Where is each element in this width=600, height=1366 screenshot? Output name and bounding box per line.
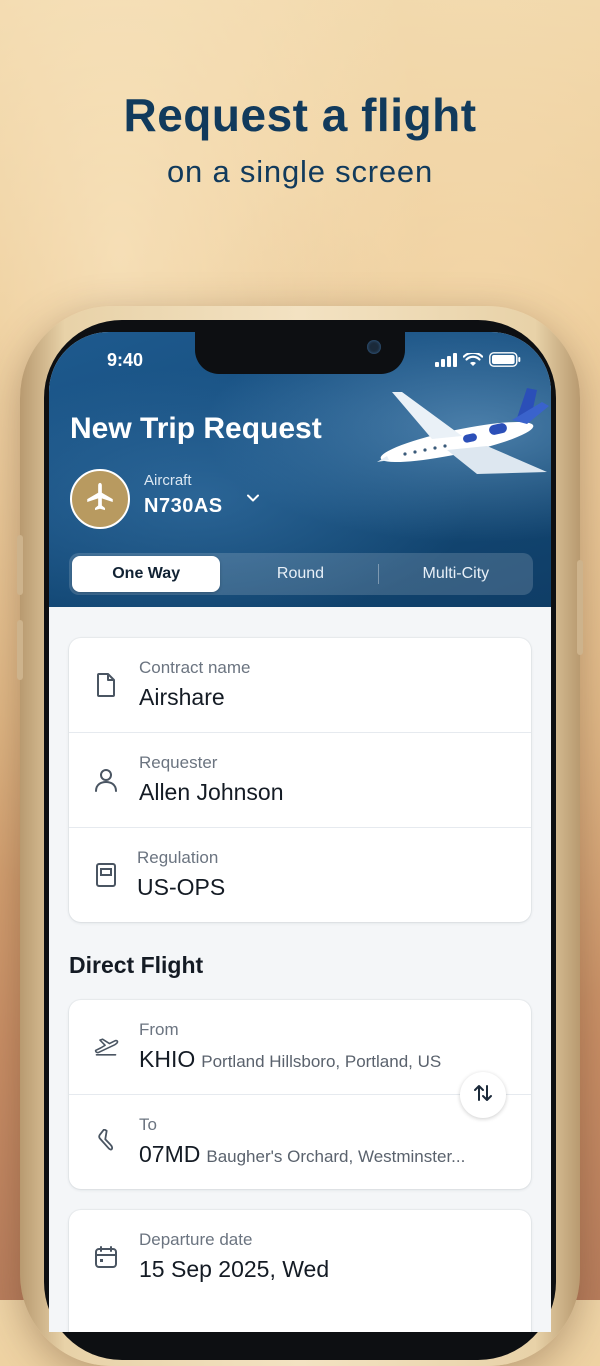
landing-icon — [93, 1129, 119, 1155]
aircraft-selector[interactable]: N730AS — [144, 495, 223, 518]
tab-multi-city[interactable]: Multi-City — [382, 556, 530, 592]
volume-down-button — [17, 620, 23, 680]
contract-label: Contract name — [139, 658, 251, 677]
power-button — [577, 560, 583, 655]
from-value: KHIO Portland Hillsboro, Portland, US — [139, 1046, 519, 1073]
status-time: 9:40 — [107, 350, 144, 370]
chevron-down-icon[interactable] — [245, 490, 261, 511]
swap-airports-button[interactable] — [460, 1072, 506, 1118]
phone-notch — [195, 332, 405, 374]
wifi-icon — [462, 351, 484, 372]
takeoff-icon — [93, 1034, 119, 1060]
battery-icon — [489, 352, 521, 372]
cellular-signal-icon — [435, 352, 457, 372]
volume-up-button — [17, 535, 23, 595]
from-airport-name: Portland Hillsboro, Portland, US — [201, 1052, 442, 1071]
tab-divider — [377, 564, 379, 584]
tab-round[interactable]: Round — [226, 556, 374, 592]
departure-value: 15 Sep 2025, Wed — [139, 1256, 330, 1282]
direct-flight-title: Direct Flight — [69, 952, 204, 978]
departure-label: Departure date — [139, 1230, 253, 1249]
contract-value: Airshare — [139, 684, 225, 710]
calendar-icon — [93, 1244, 119, 1270]
status-icons — [435, 351, 521, 372]
marketing-headline: Request a flight — [123, 89, 477, 141]
regulation-row[interactable]: Regulation US-OPS — [69, 828, 531, 922]
to-code: 07MD — [139, 1141, 201, 1167]
from-code: KHIO — [139, 1046, 196, 1072]
requester-label: Requester — [139, 753, 218, 772]
trip-info-card: Contract name Airshare Requester Allen J… — [69, 638, 531, 922]
from-row[interactable]: From KHIO Portland Hillsboro, Portland, U… — [69, 1000, 531, 1095]
regulation-value: US-OPS — [137, 874, 226, 900]
page-title: New Trip Request — [70, 412, 322, 445]
to-label: To — [139, 1115, 157, 1134]
to-value: 07MD Baugher's Orchard, Westminster... — [139, 1141, 519, 1168]
swap-vertical-icon — [472, 1082, 494, 1109]
marketing-subheadline: on a single screen — [166, 154, 433, 189]
requester-value: Allen Johnson — [139, 779, 284, 805]
phone-screen: 9:40 New Trip Request Aircraft N730AS On… — [49, 332, 551, 1332]
requester-row[interactable]: Requester Allen Johnson — [69, 733, 531, 828]
airplane-icon — [83, 480, 117, 519]
aircraft-label: Aircraft — [144, 472, 192, 489]
aircraft-avatar[interactable] — [70, 469, 130, 529]
front-camera — [367, 340, 381, 354]
to-row[interactable]: To 07MD Baugher's Orchard, Westminster... — [69, 1095, 531, 1189]
book-icon — [93, 862, 119, 888]
user-icon — [93, 767, 119, 793]
trip-type-tabs: One Way Round Multi-City — [69, 553, 533, 595]
to-airport-name: Baugher's Orchard, Westminster... — [206, 1147, 466, 1166]
regulation-label: Regulation — [137, 848, 219, 867]
contract-row[interactable]: Contract name Airshare — [69, 638, 531, 733]
departure-row[interactable]: Departure date 15 Sep 2025, Wed — [69, 1210, 531, 1304]
jet-image — [367, 384, 551, 489]
from-label: From — [139, 1020, 179, 1039]
departure-card: Departure date 15 Sep 2025, Wed — [69, 1210, 531, 1332]
document-icon — [93, 672, 119, 698]
tab-one-way[interactable]: One Way — [72, 556, 221, 592]
